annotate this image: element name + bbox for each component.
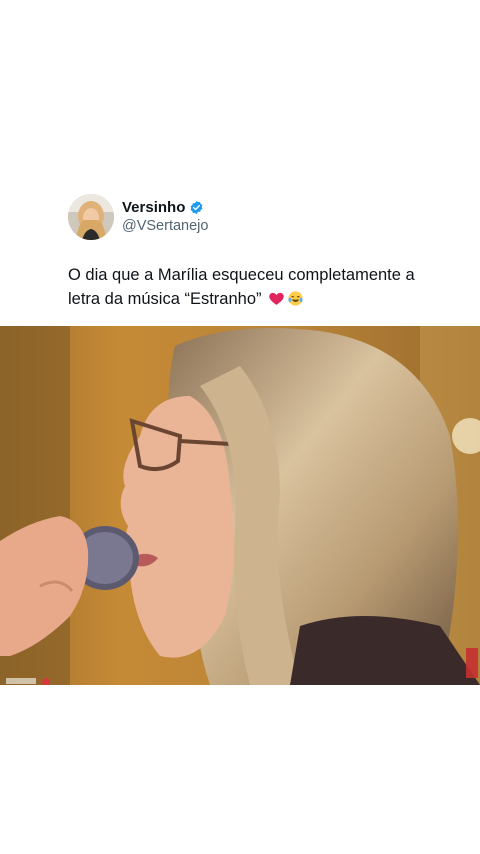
tweet-text: O dia que a Marília esqueceu completamen…: [68, 266, 415, 308]
author-handle[interactable]: @VSertanejo: [122, 218, 208, 234]
verified-badge-icon: [189, 200, 204, 215]
tweet-body: O dia que a Marília esqueceu completamen…: [68, 263, 448, 311]
singer-with-microphone-image: [0, 326, 480, 685]
tweet-header: Versinho @VSertanejo: [68, 194, 468, 242]
author-info: Versinho @VSertanejo: [122, 199, 208, 234]
author-display-name[interactable]: Versinho: [122, 199, 185, 216]
avatar[interactable]: [68, 194, 114, 240]
red-heart-emoji: [268, 290, 285, 307]
tears-of-joy-emoji: [287, 290, 304, 307]
tweet-video[interactable]: [0, 326, 480, 685]
